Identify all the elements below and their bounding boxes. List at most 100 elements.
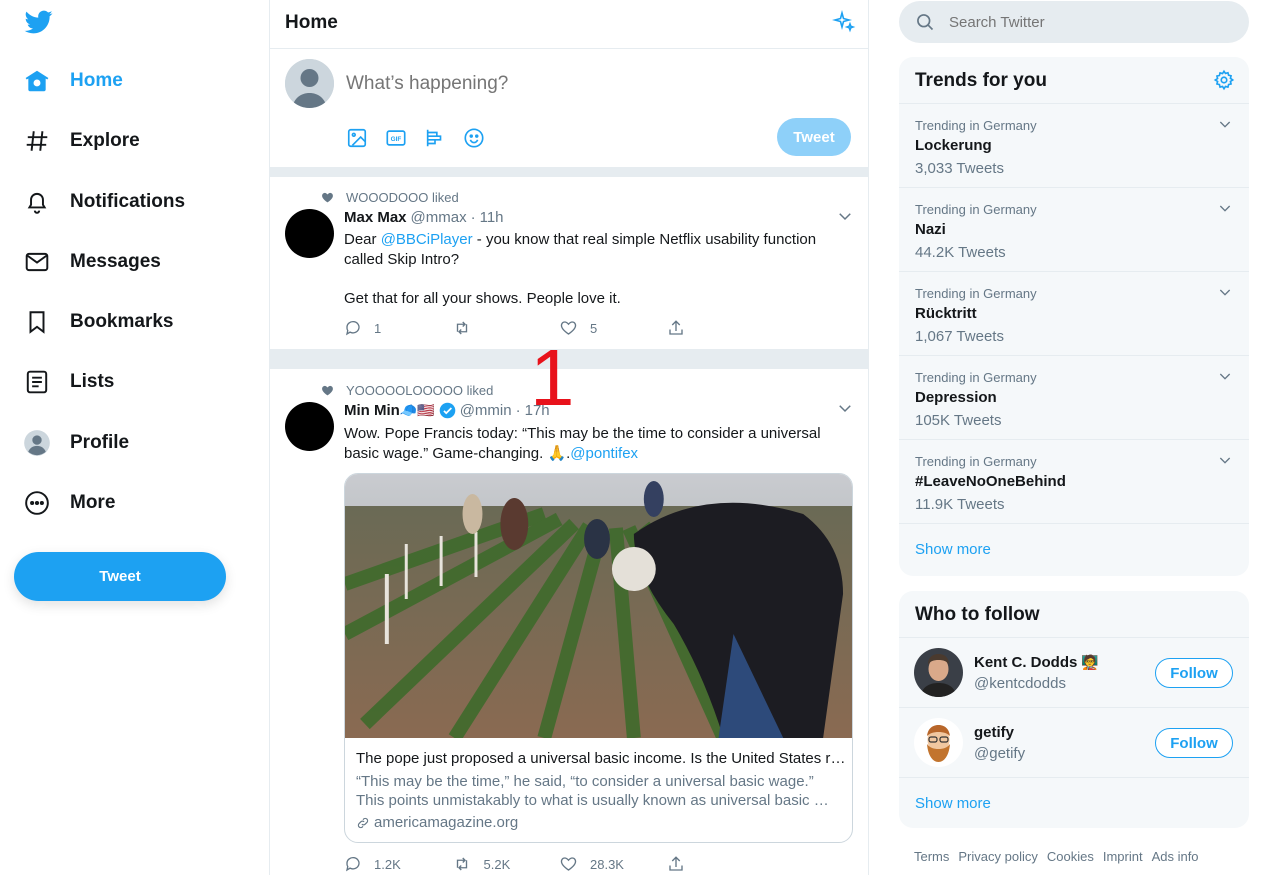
chevron-down-icon[interactable]: [1217, 200, 1233, 216]
nav-home[interactable]: Home: [22, 61, 123, 101]
follow-suggestion[interactable]: getify @getify Follow: [899, 708, 1249, 778]
nav-profile[interactable]: Profile: [22, 423, 129, 463]
nav-lists[interactable]: Lists: [22, 362, 114, 402]
trend-item[interactable]: Trending in Germany Lockerung 3,033 Twee…: [899, 104, 1249, 188]
avatar[interactable]: [914, 648, 963, 697]
nav-notifications[interactable]: Notifications: [22, 182, 185, 222]
gear-icon[interactable]: [1213, 69, 1235, 91]
trend-name: Nazi: [915, 221, 946, 238]
chevron-down-icon[interactable]: [1217, 284, 1233, 300]
tweet[interactable]: WOOODOOO liked Max Max @mmax · 11h Dear …: [270, 177, 868, 349]
retweet-count: 5.2K: [483, 856, 511, 872]
nav-bookmarks[interactable]: Bookmarks: [22, 302, 174, 342]
trend-item[interactable]: Trending in Germany #LeaveNoOneBehind 11…: [899, 440, 1249, 524]
nav-messages[interactable]: Messages: [22, 242, 161, 282]
footer-link[interactable]: Cookies: [1047, 849, 1094, 864]
author-name[interactable]: Min Min: [344, 402, 400, 419]
twitter-logo-icon[interactable]: [24, 8, 54, 36]
trends-show-more-label: Show more: [915, 541, 991, 558]
author-name[interactable]: Max Max: [344, 209, 407, 226]
tweet-context-text: WOOODOOO liked: [346, 190, 459, 205]
nav-explore[interactable]: Explore: [22, 121, 140, 161]
list-icon: [22, 367, 52, 397]
author-handle[interactable]: @mmin: [460, 402, 512, 419]
avatar[interactable]: [285, 209, 334, 258]
trend-meta: Trending in Germany: [915, 118, 1037, 133]
nav-messages-label: Messages: [70, 251, 161, 272]
share-button[interactable]: [667, 855, 775, 873]
annotation-number-1: 1: [530, 333, 575, 422]
heart-outline-icon: [560, 857, 577, 871]
bookmark-icon: [22, 307, 52, 337]
trend-count: 105K Tweets: [915, 412, 1002, 429]
tweet-time[interactable]: 11h: [480, 209, 504, 226]
chevron-down-icon[interactable]: [1217, 116, 1233, 132]
share-button[interactable]: [667, 319, 775, 337]
trend-name: #LeaveNoOneBehind: [915, 473, 1066, 490]
tweet-header: Min Min 🧢🇺🇸 @mmin · 17h: [344, 402, 550, 419]
follow-suggestion[interactable]: Kent C. Dodds 🧑‍🏫 @kentcdodds Follow: [899, 638, 1249, 708]
trend-item[interactable]: Trending in Germany Rücktritt 1,067 Twee…: [899, 272, 1249, 356]
composer-tweet-button[interactable]: Tweet: [777, 118, 851, 156]
follow-handle: @getify: [974, 745, 1026, 762]
compose-input[interactable]: [346, 69, 746, 99]
emoji-icon[interactable]: [461, 125, 487, 151]
follow-name-emoji: 🧑‍🏫: [1081, 654, 1099, 670]
follow-show-more[interactable]: Show more: [899, 778, 1249, 828]
share-icon: [668, 320, 683, 335]
svg-text:GIF: GIF: [391, 136, 402, 143]
author-handle[interactable]: @mmax: [411, 209, 467, 226]
footer-link[interactable]: Terms: [914, 849, 949, 864]
like-count: 28.3K: [590, 856, 624, 872]
timeline-header: Home: [270, 0, 868, 49]
nav-more[interactable]: More: [22, 483, 115, 523]
footer-link[interactable]: Privacy policy: [958, 849, 1037, 864]
tweet-header: Max Max @mmax · 11h: [344, 209, 504, 226]
chevron-down-icon[interactable]: [1217, 452, 1233, 468]
trend-count: 1,067 Tweets: [915, 328, 1004, 345]
trend-meta: Trending in Germany: [915, 370, 1037, 385]
follow-name-text: getify: [974, 724, 1015, 741]
card-domain: americamagazine.org: [356, 814, 518, 831]
trend-name: Rücktritt: [915, 305, 977, 322]
tweet-context-text: YOOOOOLOOOOO liked: [346, 383, 494, 398]
avatar[interactable]: [914, 718, 963, 767]
heart-icon: [322, 192, 333, 203]
trend-item[interactable]: Trending in Germany Depression 105K Twee…: [899, 356, 1249, 440]
search-input[interactable]: [949, 9, 1229, 35]
avatar[interactable]: [285, 402, 334, 451]
follow-button[interactable]: Follow: [1155, 728, 1233, 758]
like-button[interactable]: 5: [559, 319, 667, 337]
card-title: The pope just proposed a universal basic…: [356, 750, 846, 767]
chevron-down-icon[interactable]: [1217, 368, 1233, 384]
gif-icon[interactable]: GIF: [383, 125, 409, 151]
tweet-button[interactable]: Tweet: [14, 552, 226, 601]
trend-name: Lockerung: [915, 137, 992, 154]
trends-show-more[interactable]: Show more: [899, 524, 1249, 575]
mention-link[interactable]: @pontifex: [570, 445, 638, 462]
chevron-down-icon[interactable]: [836, 207, 854, 225]
search-bar[interactable]: [899, 1, 1249, 43]
tweet[interactable]: YOOOOOLOOOOO liked Min Min 🧢🇺🇸 @mmin · 1…: [270, 369, 868, 875]
who-to-follow-title: Who to follow: [915, 604, 1040, 625]
chevron-down-icon[interactable]: [836, 399, 854, 417]
tweet-actions: 1.2K 5.2K 28.3K: [344, 855, 774, 873]
like-button[interactable]: 28.3K: [559, 855, 667, 873]
poll-icon[interactable]: [422, 125, 448, 151]
mention-link[interactable]: @BBCiPlayer: [381, 231, 473, 248]
retweet-button[interactable]: 5.2K: [452, 855, 560, 873]
link-card[interactable]: The pope just proposed a universal basic…: [344, 473, 853, 843]
sparkle-icon[interactable]: [832, 10, 856, 34]
follow-button[interactable]: Follow: [1155, 658, 1233, 688]
composer-avatar: [285, 59, 334, 108]
composer-tools: GIF: [344, 125, 500, 151]
nav-home-label: Home: [70, 70, 123, 91]
reply-count: 1.2K: [374, 856, 401, 872]
tweet-text-part: Dear: [344, 231, 381, 248]
footer-link[interactable]: Ads info: [1152, 849, 1199, 864]
trend-item[interactable]: Trending in Germany Nazi 44.2K Tweets: [899, 188, 1249, 272]
image-icon[interactable]: [344, 125, 370, 151]
reply-button[interactable]: 1.2K: [344, 855, 452, 873]
footer-link[interactable]: Imprint: [1103, 849, 1143, 864]
reply-button[interactable]: 1: [344, 319, 452, 337]
